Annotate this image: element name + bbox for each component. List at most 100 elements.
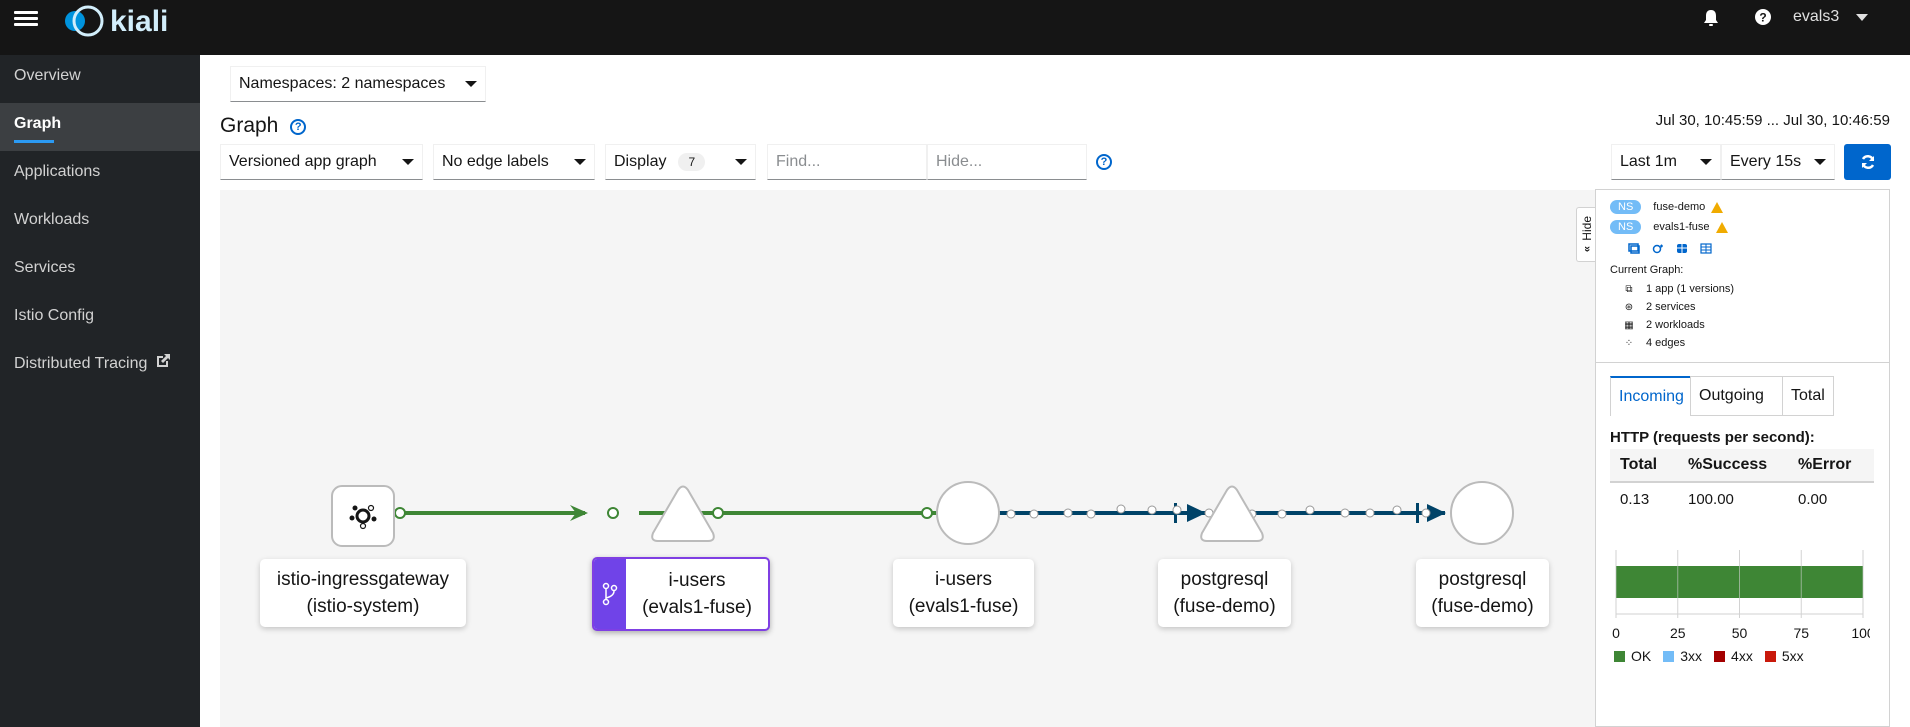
edge-arrow (1187, 504, 1206, 522)
graph-canvas[interactable]: istio-ingressgateway (istio-system) i-use… (220, 190, 1595, 727)
sidebar-item-applications[interactable]: Applications (0, 151, 200, 199)
current-graph-text: 1 app (1 versions) (1646, 283, 1735, 295)
service-icon: ⊛ (1624, 301, 1634, 313)
tab-outgoing[interactable]: Outgoing (1690, 376, 1783, 416)
node-name: postgresql (1438, 569, 1527, 590)
node-postgresql-workload[interactable] (1450, 481, 1514, 545)
warning-icon (1711, 201, 1724, 213)
tick-label: 50 (1732, 625, 1748, 641)
sidebar-item-graph[interactable]: Graph (0, 103, 200, 151)
refresh-interval-dropdown[interactable]: Every 15s (1721, 144, 1835, 180)
node-istio-ingressgateway[interactable] (331, 485, 395, 547)
help-icon[interactable]: ? (1754, 8, 1772, 26)
page-title-text: Graph (220, 114, 279, 137)
legend-label: OK (1631, 648, 1652, 664)
tab-total[interactable]: Total (1782, 376, 1834, 416)
node-namespace: (evals1-fuse) (642, 597, 752, 618)
node-label-postgresql-workload[interactable]: postgresql (fuse-demo) (1416, 559, 1549, 627)
svg-text:?: ? (1759, 11, 1766, 25)
refresh-button[interactable] (1844, 144, 1891, 180)
edge-labels-dropdown[interactable]: No edge labels (433, 144, 595, 180)
sync-icon (1861, 154, 1874, 170)
help-icon[interactable]: ? (290, 119, 307, 135)
user-menu[interactable]: evals3 (1793, 8, 1839, 26)
namespace-name[interactable]: fuse-demo (1653, 201, 1705, 213)
namespace-item: NS fuse-demo (1610, 200, 1724, 214)
edge-labels-label: No edge labels (442, 153, 549, 170)
node-label-i-users-version[interactable]: i-users (evals1-fuse) (592, 557, 770, 631)
edges-icon: ⁘ (1624, 337, 1634, 349)
bell-icon[interactable] (1703, 9, 1719, 27)
find-input[interactable] (767, 144, 927, 180)
table-row: 0.13 100.00 0.00 (1610, 483, 1874, 515)
sidebar-item-workloads[interactable]: Workloads (0, 199, 200, 247)
duration-dropdown[interactable]: Last 1m (1611, 144, 1721, 180)
table-header: Total %Success %Error (1610, 449, 1874, 483)
caret-down-icon (402, 159, 414, 165)
current-graph-item: ⁘ 4 edges (1622, 337, 1685, 349)
node-namespace: (fuse-demo) (1431, 596, 1534, 617)
sidebar-item-services[interactable]: Services (0, 247, 200, 295)
hide-label: Hide (1580, 216, 1594, 241)
page-title: Graph ? (220, 114, 307, 138)
node-label-i-users-service[interactable]: i-users (evals1-fuse) (893, 559, 1034, 627)
main-content: Namespaces: 2 namespaces Graph ? Jul 30,… (200, 55, 1910, 727)
current-graph-title: Current Graph: (1610, 264, 1684, 276)
active-indicator (14, 140, 54, 143)
hide-panel-toggle[interactable]: Hide » (1576, 207, 1596, 262)
version-badge (594, 559, 626, 629)
graph-svg (331, 481, 1514, 547)
double-chevron-icon: » (1581, 245, 1593, 252)
cell-success: 100.00 (1688, 490, 1734, 508)
sidebar-item-istio-config[interactable]: Istio Config (0, 295, 200, 343)
current-graph-item: ▦ 2 workloads (1622, 319, 1705, 331)
app-icon: ⧉ (1625, 283, 1633, 295)
time-range: Jul 30, 10:45:59 ... Jul 30, 10:46:59 (1655, 112, 1890, 129)
sidebar-item-label: Workloads (14, 211, 90, 228)
duration-label: Last 1m (1620, 153, 1677, 170)
node-namespace: (istio-system) (306, 596, 420, 617)
legend-3xx: 3xx (1663, 648, 1702, 664)
namespace-name[interactable]: evals1-fuse (1653, 221, 1709, 233)
graph-type-dropdown[interactable]: Versioned app graph (220, 144, 423, 180)
legend-swatch (1764, 650, 1776, 662)
node-i-users-service[interactable] (936, 481, 1000, 545)
caret-down-icon (574, 159, 586, 165)
divider (1596, 362, 1889, 363)
tick-label: 0 (1612, 625, 1620, 641)
sidebar-item-label: Services (14, 259, 76, 276)
app-icon[interactable] (1628, 243, 1640, 254)
traffic-tabs: Incoming Outgoing Total (1610, 376, 1890, 416)
current-graph-text: 2 workloads (1646, 319, 1705, 331)
edge-postgresql-service-to-workload[interactable] (1240, 503, 1446, 523)
menu-icon[interactable] (14, 8, 38, 30)
tab-incoming[interactable]: Incoming (1610, 376, 1691, 416)
service-icon[interactable] (1652, 243, 1664, 254)
node-label-istio-ingressgateway[interactable]: istio-ingressgateway (istio-system) (260, 559, 466, 627)
workload-icon: ▦ (1624, 319, 1634, 331)
caret-down-icon (735, 159, 747, 165)
node-name: i-users (668, 570, 726, 591)
sidebar-item-label: Overview (14, 67, 81, 84)
col-success: %Success (1688, 456, 1768, 473)
chevron-down-icon[interactable] (1856, 14, 1868, 21)
ns-badge: NS (1610, 200, 1642, 214)
sidebar-item-label: Applications (14, 163, 101, 180)
sidebar-item-overview[interactable]: Overview (0, 55, 200, 103)
masthead: kiali ? evals3 (0, 0, 1910, 55)
display-count-badge: 7 (678, 153, 706, 171)
node-name: postgresql (1180, 569, 1269, 590)
hide-input[interactable] (927, 144, 1087, 180)
workload-icon[interactable] (1676, 243, 1688, 254)
legend-swatch (1663, 650, 1675, 662)
display-dropdown[interactable]: Display 7 (605, 144, 756, 180)
sidebar-item-distributed-tracing[interactable]: Distributed Tracing (0, 343, 200, 391)
edge-gateway-to-iusers-version[interactable] (394, 505, 619, 521)
node-label-postgresql-service[interactable]: postgresql (fuse-demo) (1158, 559, 1291, 627)
legend-swatch (1714, 650, 1726, 662)
namespace-selector[interactable]: Namespaces: 2 namespaces (230, 66, 486, 102)
kiali-logo[interactable]: kiali (60, 2, 168, 42)
find-help-icon[interactable]: ? (1096, 154, 1112, 170)
cluster-icon[interactable] (1700, 243, 1712, 254)
edge-iusers-to-postgresql-service[interactable] (990, 503, 1214, 523)
